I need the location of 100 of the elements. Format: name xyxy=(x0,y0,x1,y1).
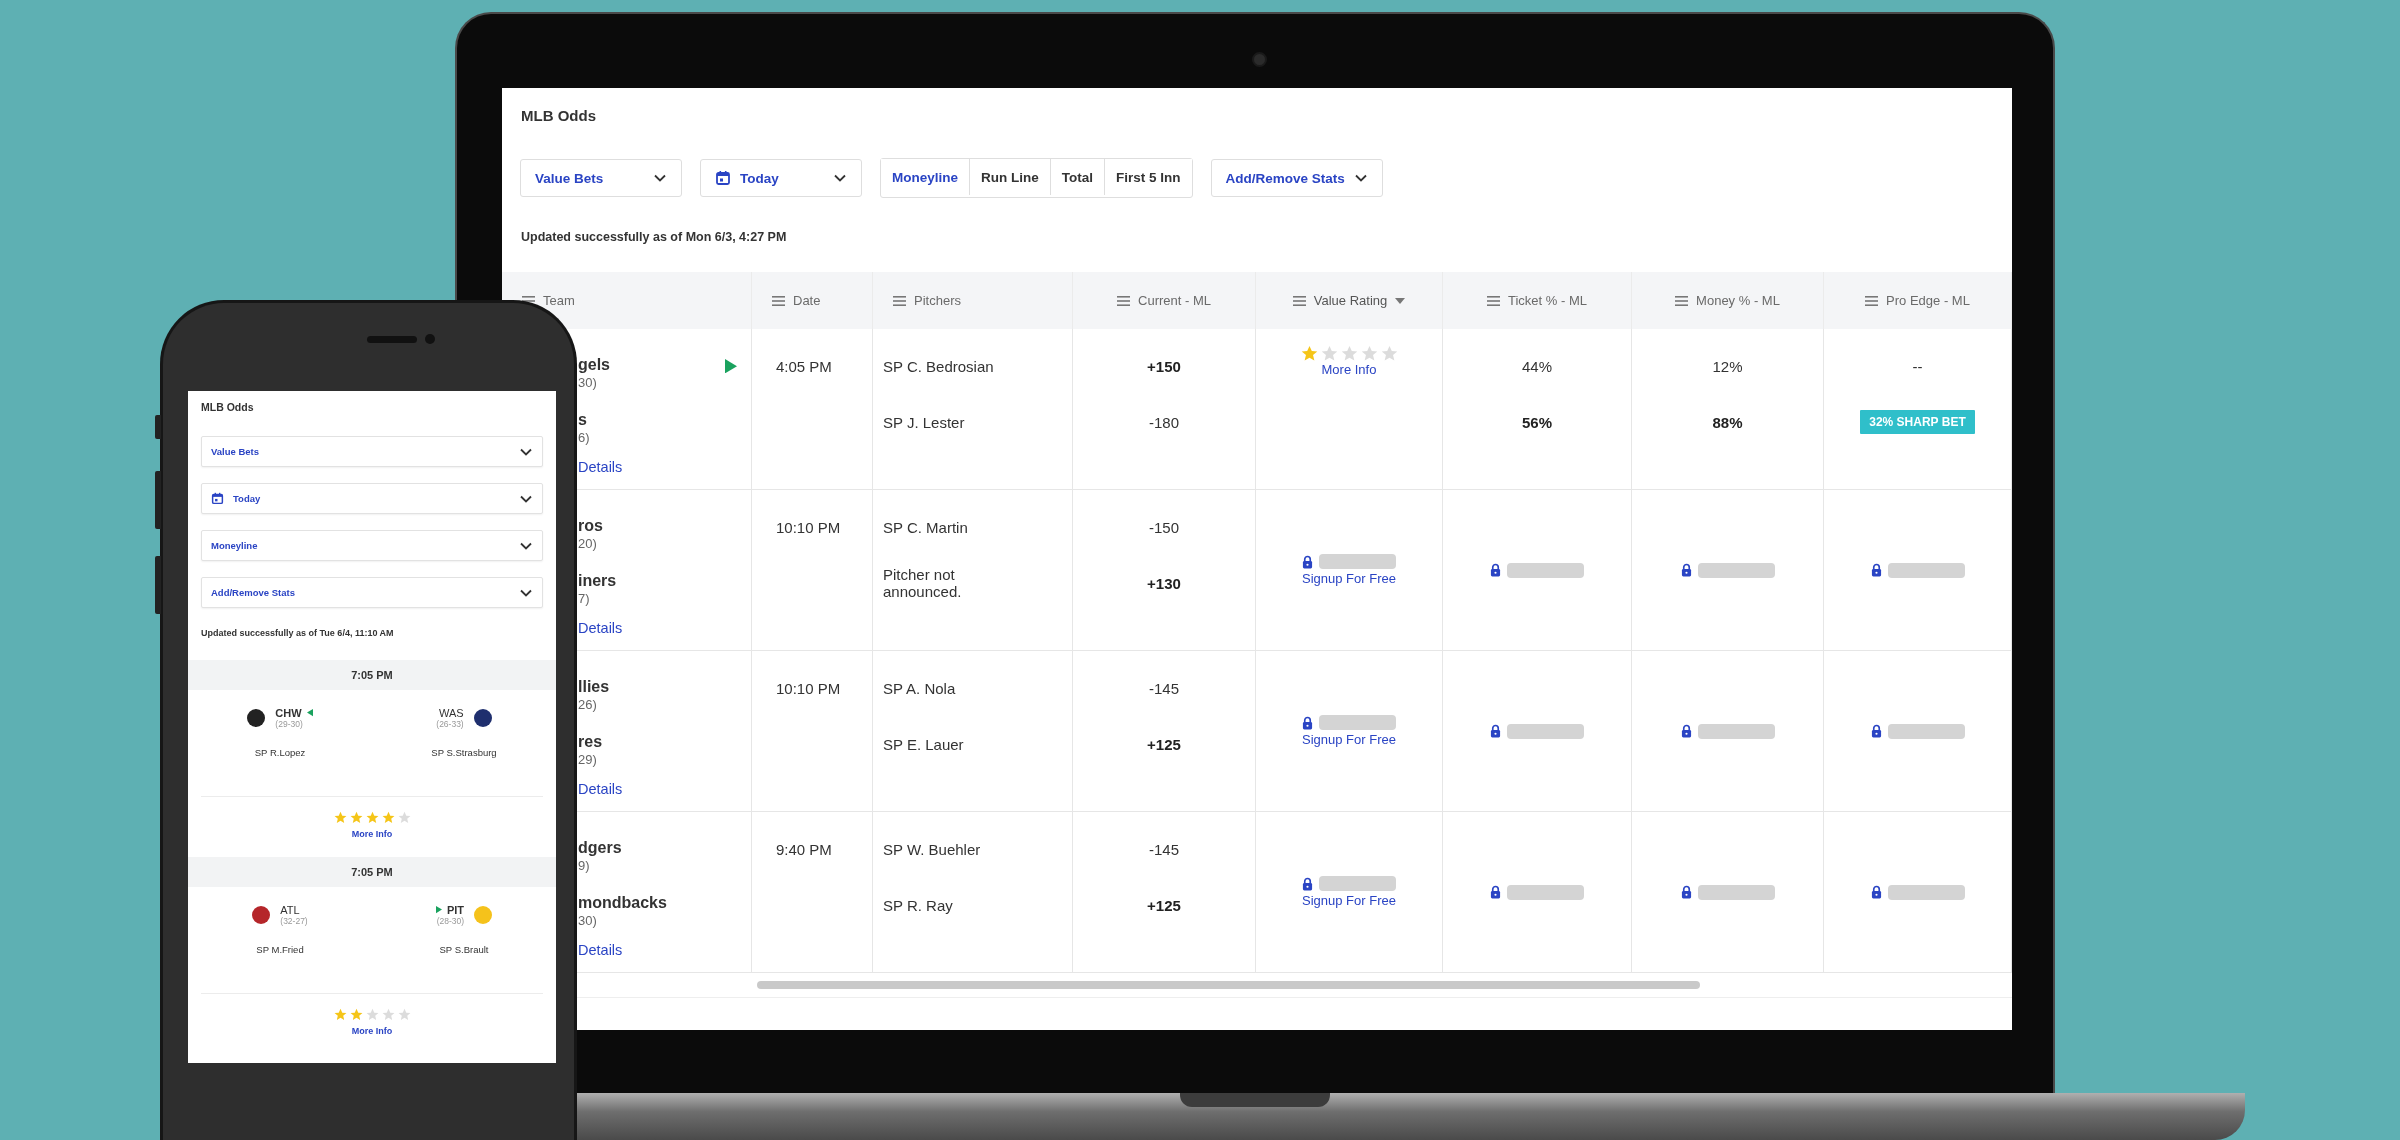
team-record: (32-27) xyxy=(280,916,308,926)
table-cell-text: +125 xyxy=(1147,735,1181,753)
menu-icon xyxy=(1117,295,1130,306)
team-name: iners xyxy=(578,571,618,590)
lock-icon xyxy=(1680,724,1692,738)
table-cell-text: 88% xyxy=(1712,413,1743,431)
more-info-link[interactable]: More Info xyxy=(1321,362,1377,377)
pitcher-name: SP C. Martin xyxy=(883,518,968,536)
column-header[interactable]: Date xyxy=(793,293,821,308)
signup-link[interactable]: Signup For Free xyxy=(1302,732,1396,747)
column-header[interactable]: Pitchers xyxy=(914,293,961,308)
details-link[interactable]: Details xyxy=(578,620,623,636)
team-name: dgers xyxy=(578,838,623,857)
details-link[interactable]: Details xyxy=(578,459,623,475)
update-status: Updated successfully as of Mon 6/3, 4:27 PM xyxy=(520,229,788,244)
team-record: 9) xyxy=(578,857,591,874)
menu-icon xyxy=(772,295,785,306)
star-icon xyxy=(381,1008,395,1021)
menu-icon xyxy=(1675,295,1689,306)
team-record: 30) xyxy=(578,374,598,391)
game-time: 4:05 PM xyxy=(776,357,832,375)
details-link[interactable]: Details xyxy=(578,942,667,958)
team-name: gels xyxy=(578,355,611,374)
filter-dropdown[interactable]: Today xyxy=(201,483,543,514)
column-header[interactable]: Team xyxy=(543,293,575,308)
star-icon xyxy=(349,1008,363,1021)
game-time: 9:40 PM xyxy=(776,840,832,858)
star-icon xyxy=(1380,345,1398,362)
lock-icon xyxy=(1302,554,1313,569)
more-info-link[interactable]: More Info xyxy=(351,829,393,839)
details-link[interactable]: Details xyxy=(578,781,623,797)
star-icon xyxy=(1320,345,1338,362)
column-header[interactable]: Value Rating xyxy=(1313,293,1388,308)
team-name: PIT xyxy=(446,904,465,916)
star-icon xyxy=(333,811,347,824)
pitcher-name: SP E. Lauer xyxy=(883,735,964,753)
star-icon xyxy=(333,1008,347,1021)
column-header[interactable]: Ticket % - ML xyxy=(1508,293,1587,308)
page-title: MLB Odds xyxy=(520,106,597,124)
pitcher-name: SP M.Fried xyxy=(256,944,304,955)
game-time: 7:05 PM xyxy=(188,660,556,690)
page-title: MLB Odds xyxy=(200,400,255,413)
pitcher-name: Pitcher not announced. xyxy=(883,566,963,600)
team-name: s xyxy=(578,410,588,429)
table-cell-text: -145 xyxy=(1149,679,1179,697)
stats-dropdown[interactable]: Add/Remove Stats xyxy=(1210,159,1383,197)
lock-icon xyxy=(1870,563,1882,577)
pitcher-name: SP R.Lopez xyxy=(254,747,306,758)
lock-icon xyxy=(1490,563,1501,577)
menu-icon xyxy=(1292,295,1306,306)
lock-icon xyxy=(1680,885,1692,899)
table-cell-text: -180 xyxy=(1149,413,1179,431)
table-cell-text: +150 xyxy=(1147,357,1181,375)
camera-lens xyxy=(1252,52,1267,67)
table-cell-text: 44% xyxy=(1522,357,1552,375)
filter-dropdown[interactable]: Value Bets xyxy=(201,436,543,467)
column-header[interactable]: Money % - ML xyxy=(1696,293,1780,308)
more-info-link[interactable]: More Info xyxy=(351,1026,393,1036)
sharp-bet-badge: 32% SHARP BET xyxy=(1860,410,1975,434)
column-header[interactable]: Pro Edge - ML xyxy=(1886,293,1970,308)
team-name: CHW xyxy=(275,707,302,719)
speaker-slot xyxy=(367,336,417,343)
team-name: llies xyxy=(578,677,611,696)
team-record: 20) xyxy=(578,535,598,552)
star-icon xyxy=(365,1008,379,1021)
filter-dropdown[interactable]: Today xyxy=(700,159,862,197)
table-cell-text: -150 xyxy=(1149,518,1179,536)
game-time: 10:10 PM xyxy=(776,679,841,697)
calendar-icon xyxy=(211,492,224,505)
menu-icon xyxy=(893,295,906,306)
table-cell-text: +125 xyxy=(1147,896,1181,914)
filter-dropdown[interactable]: Add/Remove Stats xyxy=(201,577,543,608)
filter-dropdown[interactable]: Value Bets xyxy=(520,159,682,197)
scrollbar-thumb[interactable] xyxy=(757,981,1700,989)
lock-icon xyxy=(1490,885,1501,899)
table-cell-text: -145 xyxy=(1149,840,1179,858)
lock-icon xyxy=(1302,876,1313,891)
star-icon xyxy=(397,811,411,824)
menu-icon xyxy=(1865,295,1879,306)
lock-icon xyxy=(1870,885,1882,899)
table-cell-text: 56% xyxy=(1522,413,1552,431)
table-cell-text: +130 xyxy=(1147,574,1181,592)
pitcher-name: SP J. Lester xyxy=(883,413,965,431)
team-name: WAS xyxy=(439,707,464,719)
star-icon xyxy=(349,811,363,824)
bet-type-tab[interactable]: Moneyline xyxy=(881,159,970,195)
filter-dropdown[interactable]: Moneyline xyxy=(201,530,543,561)
team-record: 30) xyxy=(578,912,598,929)
team-name: ros xyxy=(578,516,604,535)
column-header[interactable]: Current - ML xyxy=(1138,293,1211,308)
star-icon xyxy=(381,811,395,824)
signup-link[interactable]: Signup For Free xyxy=(1302,571,1396,586)
team-record: (28-30) xyxy=(436,916,465,926)
table-cell-text: 12% xyxy=(1712,357,1743,375)
game-time: 7:05 PM xyxy=(188,857,556,887)
lock-icon xyxy=(1490,724,1501,738)
signup-link[interactable]: Signup For Free xyxy=(1302,893,1396,908)
team-name: ATL xyxy=(280,904,300,916)
update-status: Updated successfully as of Tue 6/4, 11:10 AM xyxy=(200,627,395,638)
star-icon xyxy=(397,1008,411,1021)
